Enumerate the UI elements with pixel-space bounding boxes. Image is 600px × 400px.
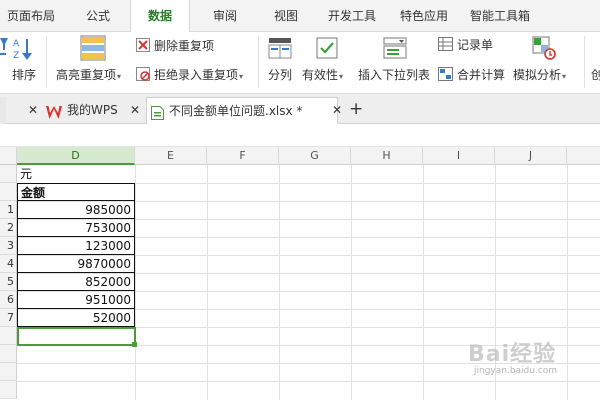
simulate-analysis-button[interactable]: 模拟分析▾ bbox=[513, 66, 566, 83]
doc-tab-hidden-left[interactable] bbox=[0, 97, 6, 124]
record-form-button[interactable]: 记录单 bbox=[457, 36, 493, 53]
column-header-f[interactable]: F bbox=[207, 147, 279, 165]
ribbon-toolbar: A Z 排序 高亮重复项▾ 删除重复项 拒绝录入重复项▾ 分列 有效性▾ 插入下… bbox=[0, 32, 600, 94]
column-header-e[interactable]: E bbox=[135, 147, 207, 165]
menu-tab-formula[interactable]: 公式 bbox=[72, 0, 124, 32]
validity-button[interactable]: 有效性▾ bbox=[302, 66, 343, 83]
chevron-down-icon: ▾ bbox=[339, 72, 344, 81]
reject-duplicates-icon[interactable] bbox=[136, 67, 150, 84]
row-header-7[interactable]: 7 bbox=[0, 309, 17, 327]
menu-tab-smart-toolbox[interactable]: 智能工具箱 bbox=[462, 0, 538, 32]
watermark-url: jingyan.baidu.com bbox=[474, 366, 558, 376]
merge-calc-icon[interactable] bbox=[438, 67, 453, 84]
highlight-duplicates-icon[interactable] bbox=[80, 35, 106, 64]
amount-cell[interactable]: 951000 bbox=[17, 291, 135, 309]
doc-tab-active-workbook[interactable]: 不同金额单位问题.xlsx * bbox=[146, 97, 338, 124]
record-form-icon[interactable] bbox=[438, 37, 453, 54]
amount-cell[interactable]: 852000 bbox=[17, 273, 135, 291]
unit-cell[interactable]: 元 bbox=[17, 165, 135, 183]
doc-tab-my-wps[interactable]: 我的WPS bbox=[67, 97, 118, 124]
menu-bar: 页面布局 公式 数据 审阅 视图 开发工具 特色应用 智能工具箱 bbox=[0, 0, 600, 33]
document-tab-bar: ✕ 我的WPS ✕ 不同金额单位问题.xlsx * ✕ + bbox=[0, 94, 600, 124]
close-icon[interactable]: ✕ bbox=[130, 97, 140, 124]
validity-label: 有效性 bbox=[302, 68, 339, 82]
column-header-d[interactable]: D bbox=[17, 147, 135, 165]
column-header-row: D E F G H I J bbox=[0, 147, 600, 165]
chevron-down-icon: ▾ bbox=[239, 72, 244, 81]
watermark-text: Bai经验 bbox=[468, 342, 557, 367]
row-header-2[interactable]: 2 bbox=[0, 219, 17, 237]
fill-handle[interactable] bbox=[132, 342, 137, 347]
chevron-down-icon: ▾ bbox=[117, 72, 122, 81]
row-header-6[interactable]: 6 bbox=[0, 291, 17, 309]
highlight-duplicates-label: 高亮重复项 bbox=[56, 68, 117, 82]
filter-icon[interactable] bbox=[0, 36, 10, 63]
column-header-k[interactable] bbox=[567, 147, 600, 165]
menu-tab-data[interactable]: 数据 bbox=[130, 0, 190, 33]
validity-icon[interactable] bbox=[315, 36, 339, 63]
row-header[interactable] bbox=[0, 327, 17, 345]
column-header-g[interactable]: G bbox=[279, 147, 351, 165]
insert-dropdown-icon[interactable] bbox=[383, 36, 407, 63]
select-all-corner[interactable] bbox=[0, 147, 17, 165]
row-header-3[interactable]: 3 bbox=[0, 237, 17, 255]
svg-text:A: A bbox=[13, 39, 20, 49]
menu-tab-review[interactable]: 审阅 bbox=[200, 0, 250, 32]
row-header[interactable] bbox=[0, 345, 17, 363]
row-header[interactable] bbox=[0, 363, 17, 381]
formula-bar[interactable] bbox=[0, 124, 600, 147]
simulate-analysis-label: 模拟分析 bbox=[513, 68, 562, 82]
menu-tab-features[interactable]: 特色应用 bbox=[392, 0, 456, 32]
amount-header-cell[interactable]: 金额 bbox=[17, 183, 135, 201]
column-header-h[interactable]: H bbox=[351, 147, 423, 165]
reject-duplicates-button[interactable]: 拒绝录入重复项▾ bbox=[154, 66, 243, 83]
menu-tab-dev-tools[interactable]: 开发工具 bbox=[320, 0, 384, 32]
chevron-down-icon: ▾ bbox=[562, 72, 567, 81]
row-header-1[interactable]: 1 bbox=[0, 201, 17, 219]
row-header[interactable] bbox=[0, 183, 17, 201]
row-header[interactable] bbox=[0, 165, 17, 183]
simulate-analysis-icon[interactable] bbox=[532, 36, 556, 63]
amount-cell[interactable]: 9870000 bbox=[17, 255, 135, 273]
close-icon[interactable]: ✕ bbox=[332, 97, 342, 124]
active-cell-selection[interactable] bbox=[17, 327, 136, 346]
doc-tab-label: 不同金额单位问题.xlsx * bbox=[169, 104, 303, 118]
amount-cell[interactable]: 52000 bbox=[17, 309, 135, 327]
close-icon[interactable]: ✕ bbox=[28, 97, 38, 124]
delete-duplicates-icon[interactable] bbox=[136, 38, 150, 55]
split-column-icon[interactable] bbox=[268, 36, 292, 63]
column-header-i[interactable]: I bbox=[423, 147, 495, 165]
highlight-duplicates-button[interactable]: 高亮重复项▾ bbox=[56, 66, 121, 83]
row-header-4[interactable]: 4 bbox=[0, 255, 17, 273]
spreadsheet-grid[interactable]: D E F G H I J 1 2 3 4 5 6 7 元 金额 985000 … bbox=[0, 147, 600, 400]
merge-calc-button[interactable]: 合并计算 bbox=[457, 66, 505, 83]
split-button[interactable]: 分列 bbox=[268, 66, 292, 83]
row-header-5[interactable]: 5 bbox=[0, 273, 17, 291]
create-group-button-truncated[interactable]: 创 bbox=[591, 66, 600, 83]
menu-tab-view[interactable]: 视图 bbox=[262, 0, 310, 32]
baidu-watermark: Bai经验 jingyan.baidu.com bbox=[468, 330, 598, 390]
row-header[interactable] bbox=[0, 381, 17, 399]
amount-cell[interactable]: 753000 bbox=[17, 219, 135, 237]
new-tab-button[interactable]: + bbox=[349, 97, 363, 124]
column-header-j[interactable]: J bbox=[495, 147, 567, 165]
delete-duplicates-button[interactable]: 删除重复项 bbox=[154, 37, 214, 54]
insert-dropdown-button[interactable]: 插入下拉列表 bbox=[358, 66, 430, 83]
sort-icon[interactable]: A Z bbox=[12, 36, 38, 65]
amount-cell[interactable]: 985000 bbox=[17, 201, 135, 219]
svg-text:Z: Z bbox=[13, 51, 19, 61]
reject-duplicates-label: 拒绝录入重复项 bbox=[154, 68, 239, 82]
amount-cell[interactable]: 123000 bbox=[17, 237, 135, 255]
sort-label[interactable]: 排序 bbox=[12, 66, 36, 83]
menu-tab-page-layout[interactable]: 页面布局 bbox=[0, 0, 62, 32]
